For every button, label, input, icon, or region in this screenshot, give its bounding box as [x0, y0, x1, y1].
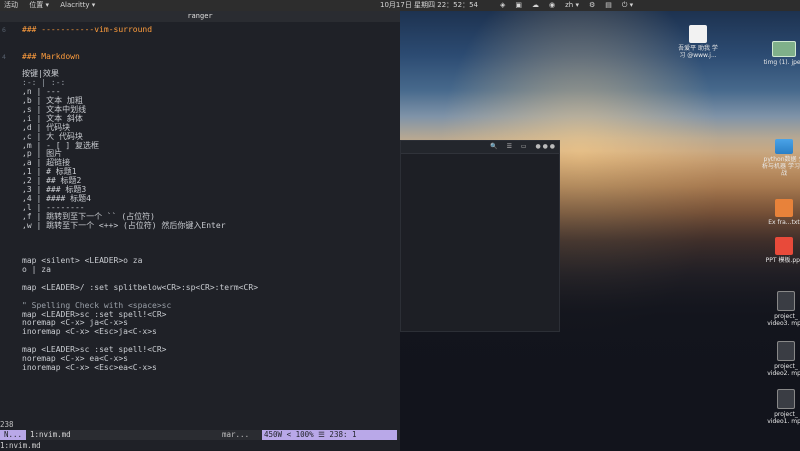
orange-file-icon	[775, 199, 793, 217]
tray-indicator-icon[interactable]: ☁	[532, 1, 539, 9]
red-file-icon	[775, 237, 793, 255]
line-number: 6	[2, 26, 6, 34]
editor-line[interactable]: inoremap <C-x> <Esc>ja<C-x>s	[0, 327, 400, 337]
desktop-icon-orange[interactable]: Ex fra...txt	[762, 199, 800, 226]
line-text: map <LEADER>/ :set splitbelow<CR>:sp<CR>…	[22, 282, 259, 292]
line-text: inoremap <C-x> <Esc>ja<C-x>s	[22, 327, 157, 337]
desktop-icon-label: 吾爱平 助我 学习 @www.j...	[678, 45, 718, 59]
editor-line[interactable]: ,w | 跳转至下一个 <++> (占位符) 然后你键入Enter	[0, 220, 400, 231]
mode-indicator: N...	[0, 430, 26, 440]
line-text: ### -----------vim-surround	[22, 25, 153, 34]
desktop-icon-label: PPT 模板.ppt	[765, 257, 800, 264]
tray-indicator-icon[interactable]: ⚙	[589, 1, 595, 9]
desktop-icon-video[interactable]: project_ video1. mp4	[764, 389, 800, 425]
clock[interactable]: 10月17日 星期四 22：52：54	[380, 0, 478, 11]
editor-line[interactable]	[0, 239, 400, 248]
system-tray: ◈ ▣ ☁ ◉ zh ▾ ⚙ ▤ ⏻ ▾	[500, 0, 643, 11]
tray-indicator-icon[interactable]: ▤	[605, 1, 612, 9]
desktop-icon-label: Ex fra...txt	[768, 219, 800, 226]
line-text: ### Markdown	[22, 51, 80, 61]
desktop-icon-label: project_ video1. mp4	[767, 411, 800, 425]
img-file-icon	[772, 41, 796, 57]
window-controls-icon[interactable]: ● ● ●	[535, 143, 555, 150]
menu-icon[interactable]: ☰	[507, 143, 512, 150]
video-file-icon	[777, 291, 795, 311]
video-file-icon	[777, 389, 795, 409]
activities-button[interactable]: 活动	[4, 1, 18, 9]
buffer-tab[interactable]: 1:nvim.md	[30, 430, 71, 440]
desktop-icon-folder[interactable]: python数据 分析与机器 学习实战	[762, 139, 800, 177]
line-text: inoremap <C-x> <Esc>ea<C-x>s	[22, 362, 157, 372]
tray-indicator-icon[interactable]: ◉	[549, 1, 555, 9]
desktop-icon-label: project_ video3. mp4	[767, 313, 800, 327]
tray-indicator-icon[interactable]: ⏻ ▾	[622, 1, 633, 9]
editor-line[interactable]: 6 ### -----------vim-surround	[0, 25, 400, 35]
terminal-window[interactable]: ranger 6 ### -----------vim-surround 4 ### …	[0, 11, 400, 450]
line-text: o | za	[22, 265, 51, 275]
desktop-icon-label: timg (1). jpeg	[763, 59, 800, 66]
desktop-icon-video[interactable]: project_ video3. mp4	[764, 291, 800, 327]
desktop-icon-img[interactable]: timg (1). jpeg	[762, 41, 800, 66]
desktop-icon-doc[interactable]: 吾爱平 助我 学习 @www.j...	[676, 25, 720, 59]
desktop-icon-red[interactable]: PPT 模板.ppt	[762, 237, 800, 264]
desktop-icon-label: python数据 分析与机器 学习实战	[762, 156, 800, 177]
window-titlebar: 🔍 ☰ ▭ ● ● ●	[401, 141, 559, 154]
editor-line[interactable]	[0, 230, 400, 239]
doc-file-icon	[689, 25, 707, 43]
editor-line[interactable]: 4 ### Markdown	[0, 51, 400, 62]
places-menu[interactable]: 位置 ▾	[29, 1, 49, 9]
editor-line[interactable]: inoremap <C-x> <Esc>ea<C-x>s	[0, 362, 400, 373]
window-icon[interactable]: ▭	[521, 143, 527, 150]
status-line: 238 N... 1:nvim.md mar... 450W < 100% ☰ …	[0, 420, 400, 440]
editor-buffer[interactable]: 6 ### -----------vim-surround 4 ### Markdow…	[0, 25, 400, 373]
editor-line[interactable]: o | za	[0, 265, 400, 275]
floating-window[interactable]: 🔍 ☰ ▭ ● ● ●	[400, 140, 560, 332]
command-line[interactable]: 1:nvim.md	[0, 441, 41, 450]
tray-indicator-icon[interactable]: zh ▾	[565, 1, 579, 9]
tray-indicator-icon[interactable]: ▣	[515, 1, 522, 9]
editor-line[interactable]: map <silent> <LEADER>o za	[0, 256, 400, 266]
terminal-title: ranger	[0, 11, 400, 22]
search-icon[interactable]: 🔍	[490, 143, 497, 150]
app-menu[interactable]: Alacritty ▾	[60, 1, 95, 9]
video-file-icon	[777, 341, 795, 361]
desktop-icon-label: project_ video2. mp4	[767, 363, 800, 377]
folder-file-icon	[775, 139, 793, 154]
line-text: ,w | 跳转至下一个 <++> (占位符) 然后你键入Enter	[22, 220, 226, 230]
editor-line[interactable]: map <LEADER>/ :set splitbelow<CR>:sp<CR>…	[0, 282, 400, 293]
filetype-label: mar...	[222, 430, 250, 439]
editor-line[interactable]	[0, 35, 400, 44]
current-line-number: 238	[0, 420, 14, 429]
editor-line[interactable]	[0, 62, 400, 71]
desktop-icon-video[interactable]: project_ video2. mp4	[764, 341, 800, 377]
cursor-position: 450W < 100% ☰ 238: 1	[262, 430, 397, 440]
tray-indicator-icon[interactable]: ◈	[500, 1, 505, 9]
line-number: 4	[2, 52, 6, 61]
top-panel: 活动 位置 ▾ Alacritty ▾ 10月17日 星期四 22：52：54 …	[0, 0, 800, 11]
